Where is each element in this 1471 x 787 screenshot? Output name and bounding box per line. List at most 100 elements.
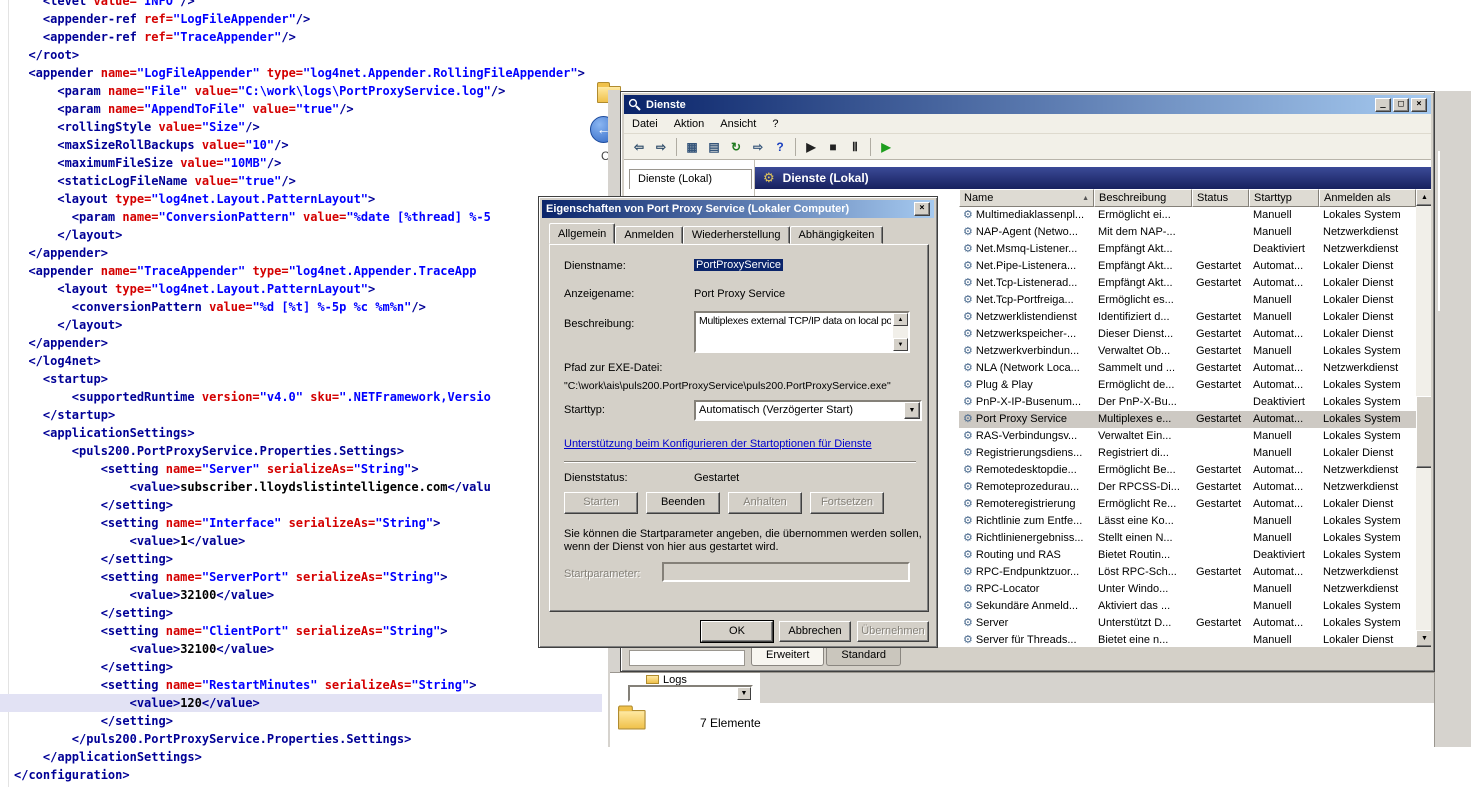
service-row[interactable]: ⚙RemoteregistrierungErmöglicht Re...Gest… — [959, 496, 1416, 513]
code-line[interactable]: <value>1</value> — [0, 532, 602, 550]
code-line[interactable]: </appender> — [0, 244, 602, 262]
code-line[interactable]: </setting> — [0, 712, 602, 730]
service-row[interactable]: ⚙NetzwerklistendienstIdentifiziert d...G… — [959, 309, 1416, 326]
export-icon[interactable]: ⇨ — [747, 137, 769, 157]
code-line[interactable]: <appender name="LogFileAppender" type="l… — [0, 64, 602, 82]
service-row[interactable]: ⚙Net.Pipe-Listenera...Empfängt Akt...Ges… — [959, 258, 1416, 275]
service-row[interactable]: ⚙Netzwerkspeicher-...Dieser Dienst...Ges… — [959, 326, 1416, 343]
stop-service-icon[interactable]: ■ — [822, 137, 844, 157]
xml-editor[interactable]: <level value="INFO"/> <appender-ref ref=… — [0, 0, 602, 787]
code-line[interactable]: <staticLogFileName value="true"/> — [0, 172, 602, 190]
code-line[interactable]: <maxSizeRollBackups value="10"/> — [0, 136, 602, 154]
dropdown-arrow-icon[interactable]: ▼ — [737, 687, 751, 700]
scroll-up-icon[interactable]: ▲ — [1416, 189, 1431, 206]
code-line[interactable]: <puls200.PortProxyService.Properties.Set… — [0, 442, 602, 460]
minimize-icon[interactable]: _ — [1375, 98, 1391, 112]
code-line[interactable]: <setting name="ServerPort" serializeAs="… — [0, 568, 602, 586]
code-line[interactable]: </setting> — [0, 550, 602, 568]
code-line[interactable]: <param name="ConversionPattern" value="%… — [0, 208, 602, 226]
column-header-anmelden-als[interactable]: Anmelden als — [1319, 189, 1416, 207]
bernehmen-button[interactable]: Übernehmen — [857, 621, 929, 642]
starten-button[interactable]: Starten — [564, 492, 638, 514]
service-row[interactable]: ⚙Richtlinie zum Entfe...Lässt eine Ko...… — [959, 513, 1416, 530]
service-row[interactable]: ⚙Routing und RASBietet Routin...Deaktivi… — [959, 547, 1416, 564]
service-row[interactable]: ⚙Port Proxy ServiceMultiplexes e...Gesta… — [959, 411, 1416, 428]
code-line[interactable]: <setting name="ClientPort" serializeAs="… — [0, 622, 602, 640]
window-title-bar[interactable]: Dienste _□× — [624, 95, 1431, 114]
code-line[interactable]: <value>120</value> — [0, 694, 602, 712]
code-line[interactable]: <startup> — [0, 370, 602, 388]
code-line[interactable]: <layout type="log4net.Layout.PatternLayo… — [0, 280, 602, 298]
code-line[interactable]: </setting> — [0, 496, 602, 514]
service-row[interactable]: ⚙Net.Tcp-Listenerad...Empfängt Akt...Ges… — [959, 275, 1416, 292]
service-row[interactable]: ⚙Net.Msmq-Listener...Empfängt Akt...Deak… — [959, 241, 1416, 258]
help-icon[interactable]: ? — [769, 137, 791, 157]
export-list-icon[interactable]: ▤ — [703, 137, 725, 157]
code-line[interactable]: <appender-ref ref="LogFileAppender"/> — [0, 10, 602, 28]
scroll-down-icon[interactable]: ▼ — [893, 338, 908, 351]
code-line[interactable]: <level value="INFO"/> — [0, 0, 602, 10]
restart-service-icon[interactable]: ▶ — [875, 137, 897, 157]
code-line[interactable]: <setting name="Server" serializeAs="Stri… — [0, 460, 602, 478]
service-row[interactable]: ⚙Remoteprozedurau...Der RPCSS-Di...Gesta… — [959, 479, 1416, 496]
pause-service-icon[interactable]: Ⅱ — [844, 137, 866, 157]
close-icon[interactable]: × — [1411, 98, 1427, 112]
back-icon[interactable]: ⇦ — [628, 137, 650, 157]
code-line[interactable]: <rollingStyle value="Size"/> — [0, 118, 602, 136]
console-tree-root[interactable]: Dienste (Lokal) — [629, 169, 752, 189]
service-row[interactable]: ⚙Registrierungsdiens...Registriert di...… — [959, 445, 1416, 462]
code-line[interactable]: <layout type="log4net.Layout.PatternLayo… — [0, 190, 602, 208]
service-row[interactable]: ⚙NLA (Network Loca...Sammelt und ...Gest… — [959, 360, 1416, 377]
code-line[interactable]: </layout> — [0, 316, 602, 334]
abbrechen-button[interactable]: Abbrechen — [779, 621, 851, 642]
code-line[interactable]: </startup> — [0, 406, 602, 424]
code-line[interactable]: </root> — [0, 46, 602, 64]
start-service-icon[interactable]: ▶ — [800, 137, 822, 157]
refresh-icon[interactable]: ↻ — [725, 137, 747, 157]
code-line[interactable]: <supportedRuntime version="v4.0" sku=".N… — [0, 388, 602, 406]
forward-icon[interactable]: ⇨ — [650, 137, 672, 157]
service-row[interactable]: ⚙RPC-Endpunktzuor...Löst RPC-Sch...Gesta… — [959, 564, 1416, 581]
code-line[interactable]: <value>32100</value> — [0, 640, 602, 658]
service-row[interactable]: ⚙PnP-X-IP-Busenum...Der PnP-X-Bu...Deakt… — [959, 394, 1416, 411]
maximize-icon[interactable]: □ — [1393, 98, 1409, 112]
code-line[interactable]: </setting> — [0, 604, 602, 622]
service-row[interactable]: ⚙Sekundäre Anmeld...Aktiviert das ...Man… — [959, 598, 1416, 615]
explorer-combobox[interactable]: ▼ — [628, 685, 753, 702]
ok-button[interactable]: OK — [701, 621, 773, 642]
service-row[interactable]: ⚙RAS-Verbindungsv...Verwaltet Ein...Manu… — [959, 428, 1416, 445]
close-icon[interactable]: × — [914, 202, 930, 216]
code-line[interactable]: <appender-ref ref="TraceAppender"/> — [0, 28, 602, 46]
code-line[interactable]: <param name="AppendToFile" value="true"/… — [0, 100, 602, 118]
service-row[interactable]: ⚙Netzwerkverbindun...Verwaltet Ob...Gest… — [959, 343, 1416, 360]
code-line[interactable]: </appender> — [0, 334, 602, 352]
anhalten-button[interactable]: Anhalten — [728, 492, 802, 514]
show-console-tree-icon[interactable]: ▦ — [681, 137, 703, 157]
service-row[interactable]: ⚙NAP-Agent (Netwo...Mit dem NAP-...Manue… — [959, 224, 1416, 241]
menu-item-datei[interactable]: Datei — [624, 116, 666, 132]
beschreibung-textarea[interactable]: Multiplexes external TCP/IP data on loca… — [694, 311, 910, 353]
view-tab-standard[interactable]: Standard — [826, 647, 901, 666]
code-line[interactable]: </applicationSettings> — [0, 748, 602, 766]
textarea-scrollbar[interactable]: ▲ ▼ — [893, 313, 908, 351]
code-line[interactable]: </puls200.PortProxyService.Properties.Se… — [0, 730, 602, 748]
code-line[interactable]: <param name="File" value="C:\work\logs\P… — [0, 82, 602, 100]
service-row[interactable]: ⚙ServerUnterstützt D...GestartetAutomat.… — [959, 615, 1416, 632]
beenden-button[interactable]: Beenden — [646, 492, 720, 514]
column-header-beschreibung[interactable]: Beschreibung — [1094, 189, 1192, 207]
code-line[interactable]: <value>32100</value> — [0, 586, 602, 604]
service-row[interactable]: ⚙Multimediaklassenpl...Ermöglicht ei...M… — [959, 207, 1416, 224]
code-line[interactable]: <appender name="TraceAppender" type="log… — [0, 262, 602, 280]
service-row[interactable]: ⚙Remotedesktopdie...Ermöglicht Be...Gest… — [959, 462, 1416, 479]
tab-anmelden[interactable]: Anmelden — [615, 226, 683, 244]
scrollbar-thumb[interactable] — [1416, 396, 1431, 468]
column-header-status[interactable]: Status — [1192, 189, 1249, 207]
service-row[interactable]: ⚙Richtlinienergebniss...Stellt einen N..… — [959, 530, 1416, 547]
scroll-up-icon[interactable]: ▲ — [893, 313, 908, 326]
tab-abh-ngigkeiten[interactable]: Abhängigkeiten — [790, 226, 884, 244]
service-row[interactable]: ⚙Net.Tcp-Portfreiga...Ermöglicht es...Ma… — [959, 292, 1416, 309]
tab-allgemein[interactable]: Allgemein — [549, 223, 615, 244]
code-line[interactable]: </setting> — [0, 658, 602, 676]
view-tab-erweitert[interactable]: Erweitert — [751, 647, 824, 666]
service-row[interactable]: ⚙Plug & PlayErmöglicht de...GestartetAut… — [959, 377, 1416, 394]
